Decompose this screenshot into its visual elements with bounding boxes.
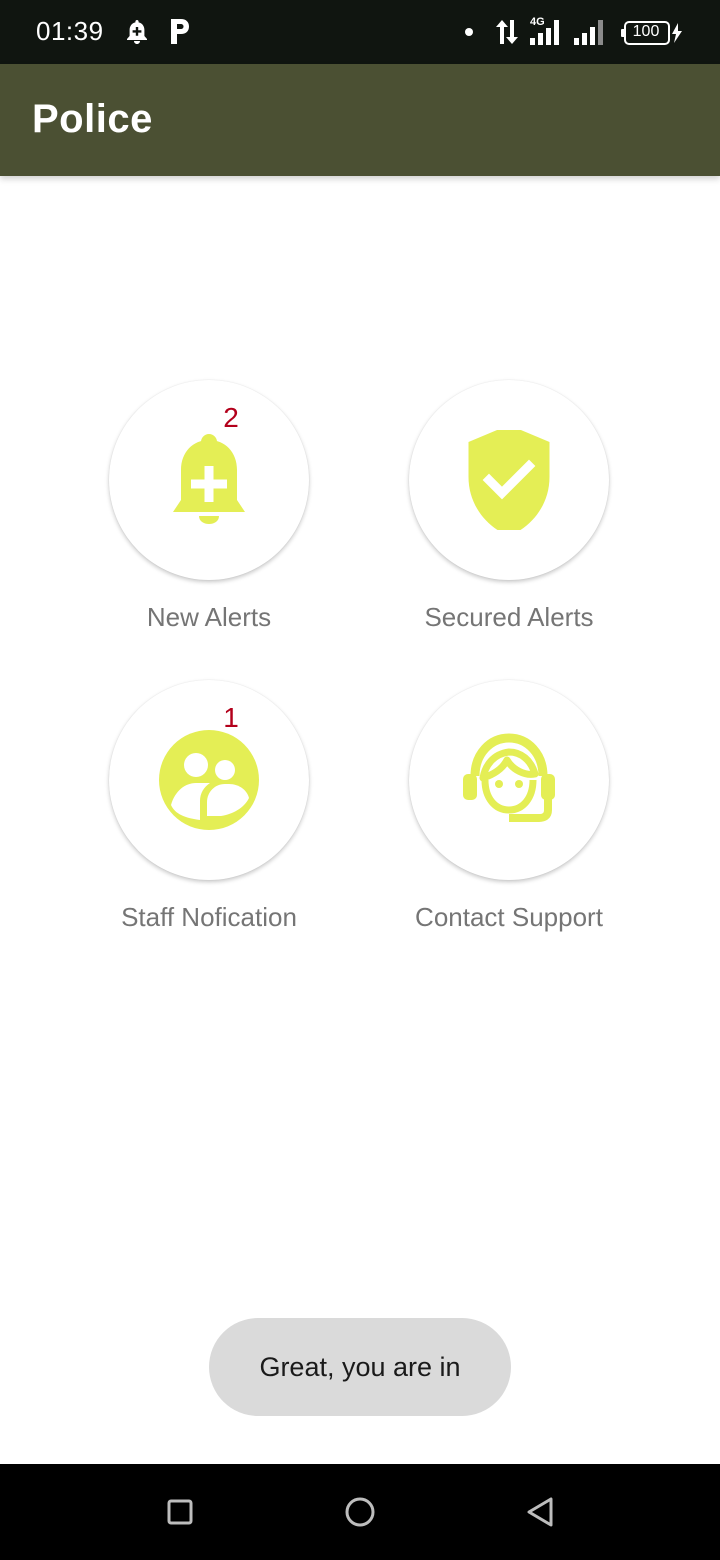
shield-check-icon [468,430,550,530]
bell-plus-icon [173,434,245,524]
alert-count-badge: 2 [223,402,239,433]
charging-icon [672,23,682,43]
tile-label: Contact Support [415,902,603,932]
dot-icon [465,28,473,36]
status-bar: 01:39 4G 100 [0,0,720,64]
tile-label: Staff Nofication [121,902,297,932]
app-bar: Police [0,64,720,176]
back-button[interactable] [514,1486,566,1538]
tile-circle[interactable] [109,380,309,580]
signal-icon [574,20,603,45]
tile-circle[interactable] [409,680,609,880]
page-title: Police [32,97,153,141]
tile-label: Secured Alerts [424,602,594,632]
tile-new-alerts[interactable]: 2 New Alerts [79,380,339,660]
alarm-icon [127,20,147,44]
tile-circle[interactable] [109,680,309,880]
toast-message: Great, you are in [209,1318,511,1416]
status-time: 01:39 [36,16,104,46]
battery-level: 100 [632,23,660,40]
svg-text:4G: 4G [530,16,545,28]
staff-count-badge: 1 [223,702,239,733]
tile-staff-notification[interactable]: 1 Staff Nofication [79,680,339,960]
recents-button[interactable] [154,1486,206,1538]
support-agent-icon [463,733,555,822]
group-chat-icon [159,730,259,830]
parking-icon [171,19,189,44]
tile-contact-support[interactable]: Contact Support [379,680,639,960]
data-transfer-icon [496,20,518,44]
tile-label: New Alerts [146,602,272,632]
navigation-bar [0,1464,720,1560]
tile-circle[interactable] [409,380,609,580]
signal-4g-icon: 4G [530,16,559,45]
home-button[interactable] [334,1486,386,1538]
tile-secured-alerts[interactable]: Secured Alerts [379,380,639,660]
